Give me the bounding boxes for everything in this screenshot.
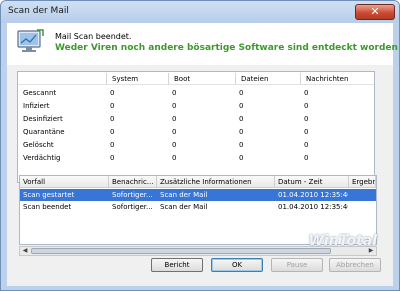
statistics-row: Verdächtig 0 0 0 0	[18, 152, 374, 164]
event-cell: 01.04.2010 12:35:40	[278, 191, 348, 199]
column-header: Boot	[168, 73, 190, 85]
row-value: 0	[304, 154, 309, 162]
row-value: 0	[304, 128, 309, 136]
row-value: 0	[304, 115, 309, 123]
row-value: 0	[172, 89, 177, 97]
monitor-scan-icon	[17, 29, 44, 52]
row-value: 0	[304, 102, 309, 110]
close-button[interactable]: ✕	[355, 4, 395, 20]
event-cell: 01.04.2010 12:35:40	[278, 203, 348, 211]
column-header-notification[interactable]: Benachric...	[109, 176, 157, 188]
event-cell: Scan der Mail	[160, 203, 208, 211]
row-label: Gelöscht	[23, 141, 54, 149]
row-value: 0	[172, 154, 177, 162]
column-header: System	[106, 73, 138, 85]
statistics-row: Infiziert 0 0 0 0	[18, 100, 374, 112]
row-value: 0	[172, 128, 177, 136]
row-value: 0	[110, 115, 115, 123]
column-header-result[interactable]: Ergebni	[349, 176, 376, 188]
window-title: Scan der Mail	[8, 6, 69, 16]
scrollbar-thumb[interactable]	[31, 248, 331, 254]
column-header-info[interactable]: Zusätzliche Informationen	[157, 176, 275, 188]
row-value: 0	[110, 154, 115, 162]
row-value: 0	[239, 154, 244, 162]
report-button[interactable]: Bericht	[151, 258, 203, 272]
pause-button[interactable]: Pause	[271, 258, 323, 272]
dialog-body: Mail Scan beendet. Weder Viren noch ande…	[7, 23, 399, 286]
status-banner: Mail Scan beendet. Weder Viren noch ande…	[7, 23, 399, 65]
column-header-datetime[interactable]: Datum - Zeit	[275, 176, 349, 188]
watermark-logo: WinTotal	[308, 233, 377, 249]
row-label: Quarantäne	[23, 128, 65, 136]
column-header: Nachrichten	[300, 73, 348, 85]
row-value: 0	[304, 141, 309, 149]
row-value: 0	[110, 128, 115, 136]
row-value: 0	[239, 128, 244, 136]
row-value: 0	[110, 102, 115, 110]
column-header-incident[interactable]: Vorfall	[20, 176, 109, 188]
row-value: 0	[172, 141, 177, 149]
ok-button[interactable]: OK	[211, 258, 263, 272]
event-cell: Scan beendet	[23, 203, 72, 211]
title-bar[interactable]: Scan der Mail ✕	[1, 1, 399, 23]
row-value: 0	[239, 115, 244, 123]
row-value: 0	[172, 115, 177, 123]
close-icon: ✕	[370, 5, 380, 18]
statistics-row: Gescannt 0 0 0 0	[18, 87, 374, 99]
row-value: 0	[239, 89, 244, 97]
scan-window: Scan der Mail ✕ Mail Scan beendet. Weder…	[0, 0, 400, 291]
event-cell: Sofortiger...	[112, 191, 153, 199]
scroll-left-icon[interactable]: ◀	[20, 247, 30, 255]
statistics-table: System Boot Dateien Nachrichten Gescannt…	[17, 71, 375, 183]
row-label: Gescannt	[23, 89, 57, 97]
column-header: Dateien	[235, 73, 268, 85]
row-value: 0	[239, 102, 244, 110]
scan-status-text: Mail Scan beendet.	[55, 32, 132, 41]
event-row[interactable]: Scan gestartet Sofortiger... Scan der Ma…	[20, 189, 376, 201]
row-value: 0	[172, 102, 177, 110]
event-cell: Scan der Mail	[160, 191, 208, 199]
event-cell: Scan gestartet	[23, 191, 75, 199]
event-list-header: Vorfall Benachric... Zusätzliche Informa…	[20, 176, 376, 188]
statistics-row: Quarantäne 0 0 0 0	[18, 126, 374, 138]
row-label: Verdächtig	[23, 154, 61, 162]
row-value: 0	[239, 141, 244, 149]
statistics-row: Gelöscht 0 0 0 0	[18, 139, 374, 151]
statistics-row: Desinfiziert 0 0 0 0	[18, 113, 374, 125]
row-value: 0	[304, 89, 309, 97]
row-value: 0	[110, 89, 115, 97]
event-row[interactable]: Scan beendet Sofortiger... Scan der Mail…	[20, 201, 376, 213]
row-label: Infiziert	[23, 102, 50, 110]
row-label: Desinfiziert	[23, 115, 63, 123]
scan-result-text: Weder Viren noch andere bösartige Softwa…	[55, 43, 400, 53]
cancel-button[interactable]: Abbrechen	[329, 258, 381, 272]
event-cell: Sofortiger...	[112, 203, 153, 211]
row-value: 0	[110, 141, 115, 149]
statistics-header: System Boot Dateien Nachrichten	[18, 73, 374, 85]
